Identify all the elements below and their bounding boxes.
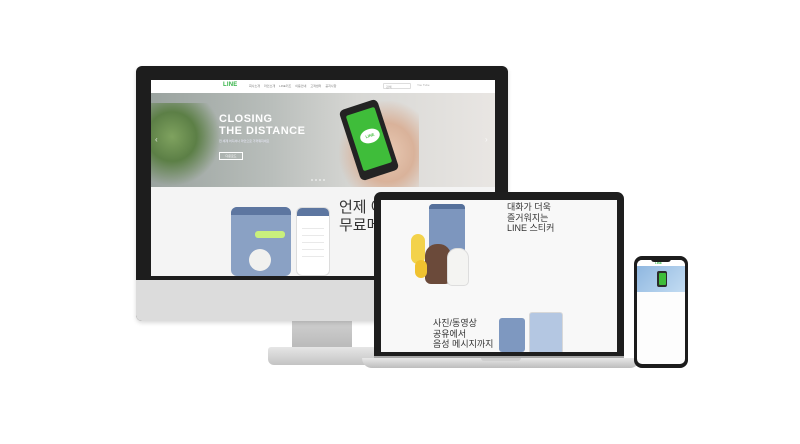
cony-rabbit-image [447,248,469,286]
laptop-notch [481,358,521,361]
media-title-line: 사진/동영상 [433,318,477,328]
line-logo[interactable]: LINE [223,82,237,88]
menu-item[interactable]: 이용안내 [295,84,306,88]
menu-item[interactable]: 고객센터 [310,84,321,88]
call-app-screenshot [296,207,330,276]
sticker-title: 대화가 더욱 즐거워지는 LINE 스티커 [507,202,554,234]
chevron-right-icon[interactable]: › [485,135,488,144]
media-app-screenshot [529,312,563,352]
media-title: 사진/동영상 공유에서 음성 메시지까지 [433,318,493,350]
sticker-title-line: 대화가 더욱 [507,202,551,212]
phone-hero [637,266,685,292]
hero-title-line: THE DISTANCE [219,125,306,137]
media-app-screenshot [499,318,525,352]
plant-image [151,103,221,187]
desktop-top-nav: LINE 회사소개 라인소개 LINE키즈 이용안내 고객센터 공지사항 검색 … [151,80,495,94]
youtube-link[interactable]: You Tube [417,83,430,87]
hero-title-line: CLOSING [219,113,273,125]
sticker-title-line: 즐거워지는 [507,212,549,223]
hero-download-button[interactable]: 다운로드 [219,152,243,160]
phone-screen: LINE [637,260,685,364]
menu-item[interactable]: 회사소개 [249,84,260,88]
media-title-line: 음성 메시지까지 [433,339,494,349]
menu-item[interactable]: LINE키즈 [279,84,291,88]
menu-item[interactable]: 공지사항 [325,84,336,88]
hero-subtitle: 전 세계 어디서나 라인으로 가까워지세요 [219,139,270,143]
laptop-screen: 대화가 더욱 즐거워지는 LINE 스티커 사진/동영상 공유에서 음성 메시지… [381,200,617,352]
media-title-line: 공유에서 [433,328,467,339]
menu-item[interactable]: 라인소개 [264,84,275,88]
chevron-left-icon[interactable]: ‹ [155,135,158,144]
monitor-stand-base [268,347,376,365]
sally-chick-image [415,260,427,278]
search-input[interactable]: 검색 [383,83,411,89]
carousel-dots[interactable] [311,179,325,181]
monitor-stand-neck [292,321,352,349]
chat-app-screenshot [231,207,291,276]
phone-notch [651,259,671,262]
sticker-title-line: LINE 스티커 [507,223,555,233]
hero-banner: CLOSING THE DISTANCE 전 세계 어디서나 라인으로 가까워지… [151,93,495,187]
desktop-menu: 회사소개 라인소개 LINE키즈 이용안내 고객센터 공지사항 [249,84,336,88]
hero-title: CLOSING THE DISTANCE [219,113,305,137]
